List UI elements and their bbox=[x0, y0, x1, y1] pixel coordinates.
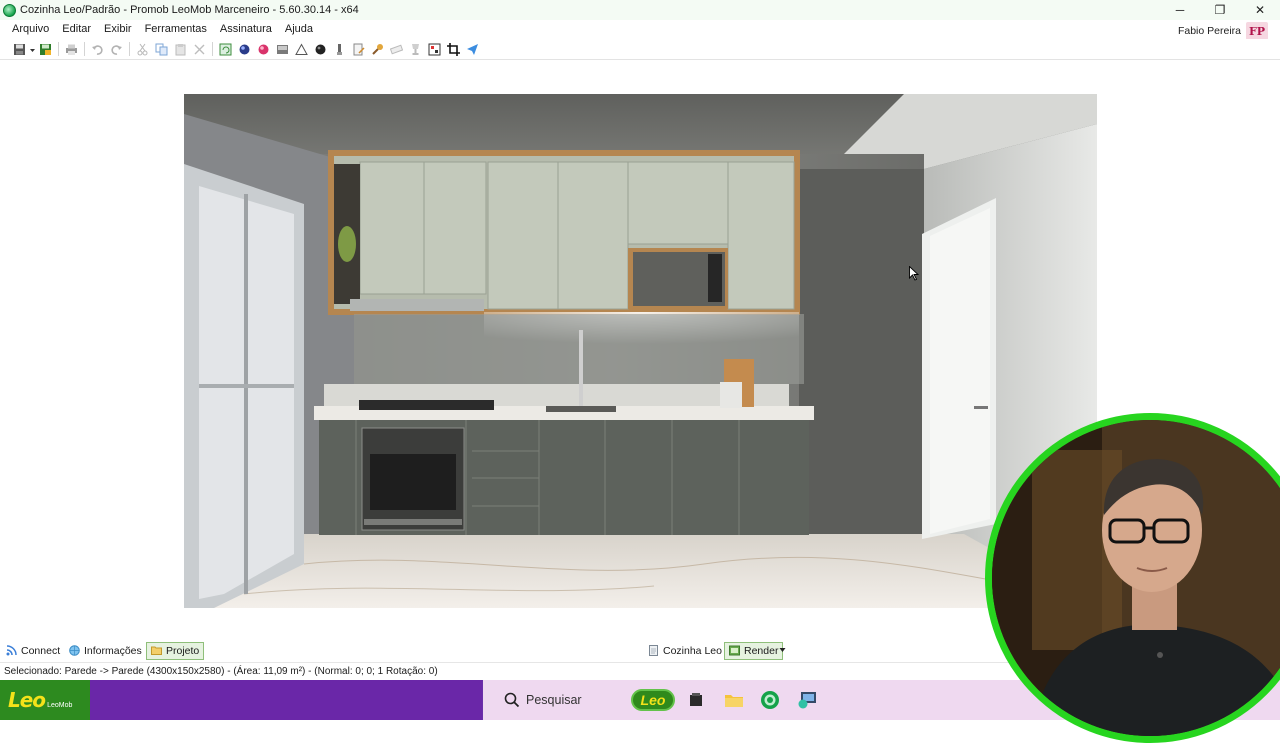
crop-icon[interactable] bbox=[444, 40, 463, 59]
save-icon[interactable] bbox=[10, 40, 29, 59]
tab-informacoes[interactable]: Informações bbox=[65, 642, 146, 660]
mouse-cursor-icon bbox=[909, 266, 919, 281]
image-icon[interactable] bbox=[273, 40, 292, 59]
document-icon bbox=[649, 645, 658, 656]
taskbar-file-explorer[interactable] bbox=[721, 688, 747, 712]
tab-connect[interactable]: Connect bbox=[2, 642, 64, 660]
tab-projeto[interactable]: Projeto bbox=[146, 641, 205, 660]
undo-icon[interactable] bbox=[88, 40, 107, 59]
cut-icon[interactable] bbox=[133, 40, 152, 59]
tab-informacoes-label: Informações bbox=[84, 644, 142, 657]
remote-desktop-icon bbox=[798, 692, 816, 709]
delete-icon[interactable] bbox=[190, 40, 209, 59]
app-icon bbox=[3, 3, 16, 17]
search-placeholder: Pesquisar bbox=[526, 693, 582, 707]
trophy-icon[interactable] bbox=[406, 40, 425, 59]
leomob-brand[interactable]: Leo LeoMob bbox=[0, 680, 90, 720]
leo-logo: Leo bbox=[8, 688, 46, 712]
menu-bar: Arquivo Editar Exibir Ferramentas Assina… bbox=[0, 20, 1280, 40]
restore-button[interactable]: ❐ bbox=[1200, 0, 1240, 20]
tab-connect-label: Connect bbox=[21, 644, 61, 657]
send-icon[interactable] bbox=[463, 40, 482, 59]
menu-exibir[interactable]: Exibir bbox=[98, 23, 139, 35]
tab-render[interactable]: Render bbox=[724, 641, 784, 660]
taskbar-search[interactable]: Pesquisar bbox=[496, 686, 628, 714]
close-button[interactable]: ✕ bbox=[1240, 0, 1280, 20]
gallery-icon[interactable] bbox=[425, 40, 444, 59]
user-area[interactable]: Fabio Pereira FP bbox=[1178, 22, 1268, 40]
menu-ajuda[interactable]: Ajuda bbox=[279, 23, 320, 35]
leo-logo-sub: LeoMob bbox=[47, 701, 73, 709]
redo-icon[interactable] bbox=[107, 40, 126, 59]
title-bar: Cozinha Leo/Padrão - Promob LeoMob Marce… bbox=[0, 0, 1280, 20]
promob-icon bbox=[761, 691, 779, 709]
kitchen-render-image[interactable] bbox=[184, 94, 1097, 608]
refresh-icon[interactable] bbox=[216, 40, 235, 59]
tab-render-label: Render bbox=[744, 644, 779, 657]
render-icon bbox=[729, 645, 740, 656]
color-icon[interactable] bbox=[254, 40, 273, 59]
taskbar-purple-area bbox=[90, 680, 482, 720]
taskbar-leo-label: Leo bbox=[640, 692, 666, 708]
note-icon[interactable] bbox=[349, 40, 368, 59]
menu-ferramentas[interactable]: Ferramentas bbox=[139, 23, 214, 35]
window-controls: ─ ❐ ✕ bbox=[1160, 0, 1280, 20]
taskbar-leo-app[interactable]: Leo bbox=[630, 688, 676, 712]
save-as-icon[interactable] bbox=[36, 40, 55, 59]
menu-assinatura[interactable]: Assinatura bbox=[214, 23, 279, 35]
webcam-presenter-image bbox=[992, 420, 1280, 736]
rss-icon bbox=[6, 645, 17, 656]
render-dropdown-icon[interactable] bbox=[779, 647, 786, 653]
user-name: Fabio Pereira bbox=[1177, 25, 1241, 37]
minimize-button[interactable]: ─ bbox=[1160, 0, 1200, 20]
sphere-icon[interactable] bbox=[235, 40, 254, 59]
light-icon[interactable] bbox=[330, 40, 349, 59]
toolbar bbox=[0, 39, 1280, 60]
window-title: Cozinha Leo/Padrão - Promob LeoMob Marce… bbox=[20, 4, 359, 16]
status-text: Selecionado: Parede -> Parede (4300x150x… bbox=[4, 666, 438, 677]
search-icon bbox=[504, 692, 520, 708]
tab-projeto-label: Projeto bbox=[166, 644, 200, 657]
taskbar-remote-app[interactable] bbox=[794, 688, 820, 712]
print-icon[interactable] bbox=[62, 40, 81, 59]
taskbar-app-generic[interactable] bbox=[684, 688, 708, 712]
dropdown-arrow-icon[interactable] bbox=[29, 40, 36, 59]
folder-icon bbox=[151, 646, 162, 655]
triangle-icon[interactable] bbox=[292, 40, 311, 59]
folder-icon bbox=[725, 695, 743, 707]
paint-icon[interactable] bbox=[368, 40, 387, 59]
app-window-icon bbox=[690, 693, 702, 706]
tab-cozinha-leo[interactable]: Cozinha Leo bbox=[644, 642, 726, 660]
tab-cozinha-leo-label: Cozinha Leo bbox=[663, 644, 722, 657]
copy-icon[interactable] bbox=[152, 40, 171, 59]
taskbar-promob[interactable] bbox=[757, 688, 783, 712]
eraser-icon[interactable] bbox=[387, 40, 406, 59]
avatar[interactable]: FP bbox=[1246, 22, 1268, 40]
menu-arquivo[interactable]: Arquivo bbox=[0, 23, 56, 35]
black-sphere-icon[interactable] bbox=[311, 40, 330, 59]
paste-icon[interactable] bbox=[171, 40, 190, 59]
menu-editar[interactable]: Editar bbox=[56, 23, 98, 35]
globe-icon bbox=[69, 645, 80, 656]
